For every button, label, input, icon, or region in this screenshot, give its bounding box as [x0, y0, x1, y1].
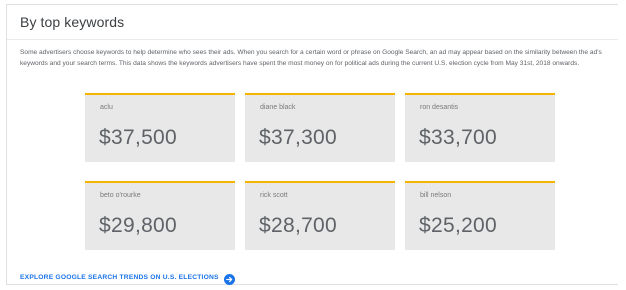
keyword-tile-beto-orourke: beto o'rourke $29,800: [85, 181, 235, 250]
top-keywords-card: By top keywords Some advertisers choose …: [6, 4, 618, 285]
keyword-amount: $37,500: [99, 126, 178, 149]
title-divider: [7, 39, 618, 40]
keyword-label: aclu: [100, 104, 113, 111]
keyword-tile-diane-black: diane black $37,300: [245, 93, 395, 162]
keyword-label: bill nelson: [420, 192, 452, 199]
keyword-label: beto o'rourke: [100, 192, 141, 199]
keyword-amount: $28,700: [259, 214, 338, 237]
keyword-tile-aclu: aclu $37,500: [85, 93, 235, 162]
keyword-amount: $37,300: [259, 126, 338, 149]
section-title: By top keywords: [20, 14, 125, 30]
keyword-tile-bill-nelson: bill nelson $25,200: [405, 181, 555, 250]
keyword-label: diane black: [260, 104, 296, 111]
section-description: Some advertisers choose keywords to help…: [20, 49, 602, 68]
keyword-amount: $25,200: [419, 214, 498, 237]
keyword-label: rick scott: [260, 192, 288, 199]
keyword-amount: $29,800: [99, 214, 178, 237]
keyword-label: ron desantis: [420, 104, 459, 111]
keyword-tile-rick-scott: rick scott $28,700: [245, 181, 395, 250]
keyword-tile-ron-desantis: ron desantis $33,700: [405, 93, 555, 162]
explore-search-trends-link[interactable]: EXPLORE GOOGLE SEARCH TRENDS ON U.S. ELE…: [20, 272, 235, 285]
arrow-right-circle-icon[interactable]: [223, 272, 235, 285]
explore-link-label: EXPLORE GOOGLE SEARCH TRENDS ON U.S. ELE…: [20, 274, 219, 281]
keyword-amount: $33,700: [419, 126, 498, 149]
